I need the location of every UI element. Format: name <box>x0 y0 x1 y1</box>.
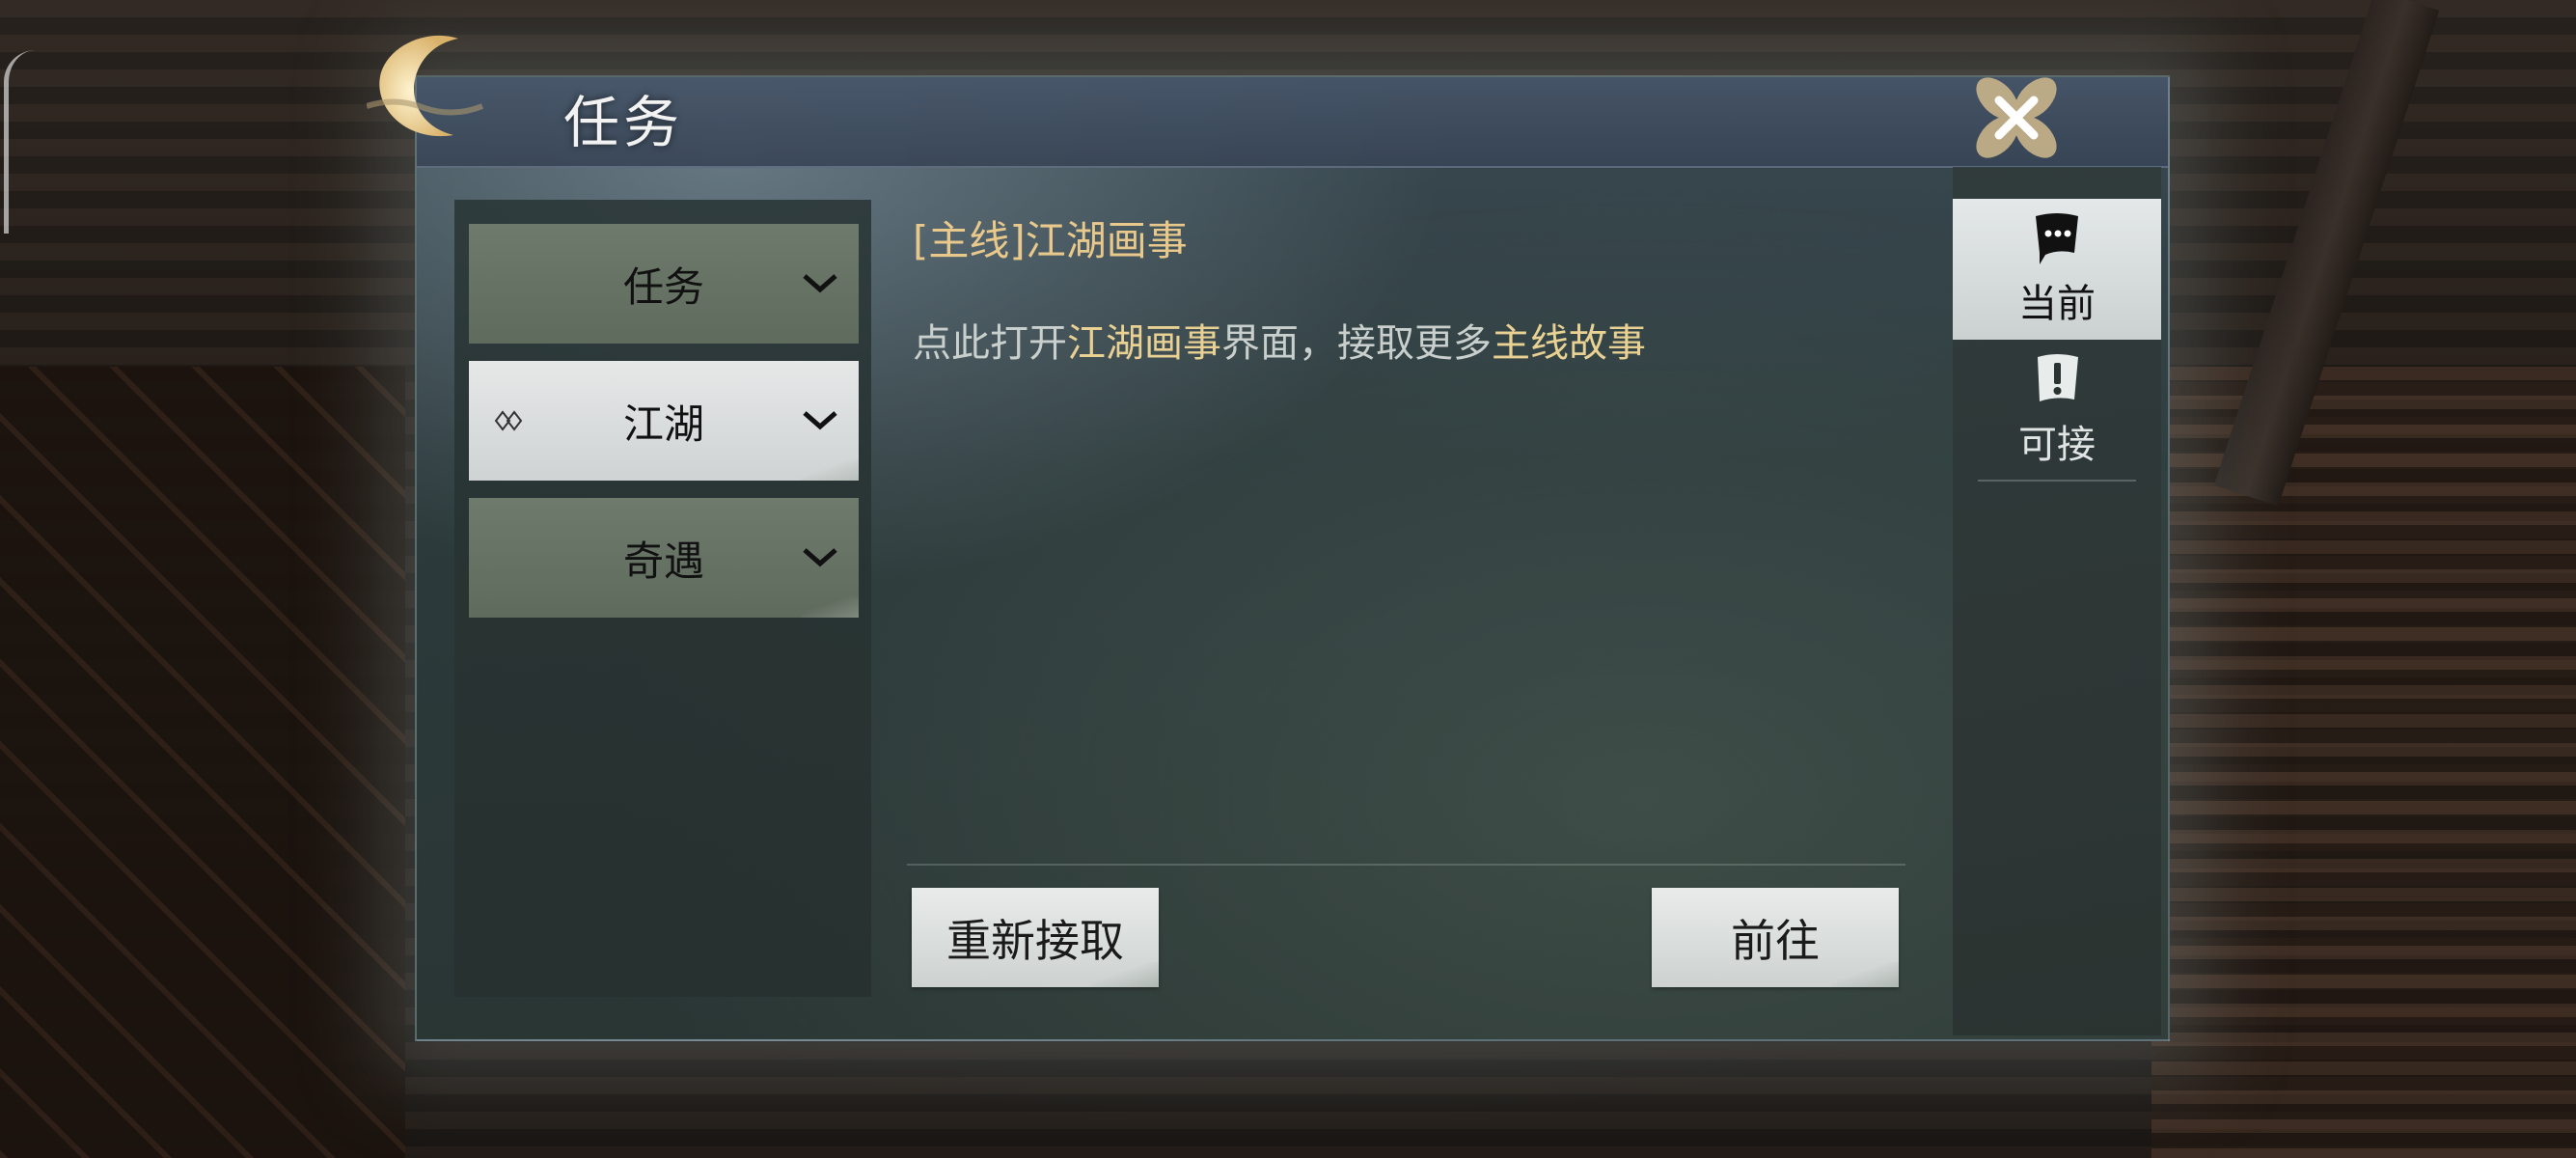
corner-decoration <box>1091 962 1159 987</box>
desc-highlight-link[interactable]: 江湖画事 <box>1067 321 1221 366</box>
corner-decoration <box>1831 962 1899 987</box>
scroll-chat-icon <box>2036 213 2078 264</box>
corner-decoration <box>801 459 859 481</box>
desc-text: 界面，接取更多 <box>1221 321 1492 366</box>
scroll-exclaim-icon <box>2038 354 2078 401</box>
close-button[interactable] <box>1968 69 2065 166</box>
chevron-down-icon <box>803 411 837 430</box>
close-x-icon <box>1976 77 2057 158</box>
tab-divider <box>1978 480 2136 482</box>
tab-current[interactable]: 当前 <box>1953 199 2161 340</box>
chevron-down-icon <box>803 274 837 293</box>
tab-available[interactable]: 可接 <box>1953 340 2161 481</box>
screen-edge-handle <box>4 50 36 234</box>
desc-highlight: 主线故事 <box>1492 321 1646 366</box>
corner-decoration <box>801 596 859 618</box>
goto-button[interactable]: 前往 <box>1652 888 1899 987</box>
category-label: 奇遇 <box>622 537 704 585</box>
reaccept-button[interactable]: 重新接取 <box>912 888 1159 987</box>
dialog-title: 任务 <box>563 90 684 155</box>
selected-marker-icon <box>494 410 523 431</box>
desc-text: 点此打开 <box>913 321 1067 366</box>
quest-description[interactable]: 点此打开江湖画事界面，接取更多主线故事 <box>913 312 1646 368</box>
tab-label: 可接 <box>2018 423 2096 467</box>
reaccept-button-label: 重新接取 <box>946 914 1124 967</box>
quest-title: [主线]江湖画事 <box>913 217 1188 264</box>
content-divider <box>907 864 1905 866</box>
tab-label: 当前 <box>2018 282 2096 326</box>
category-encounter[interactable]: 奇遇 <box>469 498 859 618</box>
category-label: 江湖 <box>622 400 704 448</box>
goto-button-label: 前往 <box>1731 914 1820 967</box>
category-jianghu[interactable]: 江湖 <box>469 361 859 481</box>
chevron-down-icon <box>803 548 837 567</box>
crescent-moon-icon <box>367 35 484 137</box>
scene-wooden-crate <box>0 367 405 1158</box>
category-quest[interactable]: 任务 <box>469 224 859 344</box>
category-label: 任务 <box>622 262 704 311</box>
